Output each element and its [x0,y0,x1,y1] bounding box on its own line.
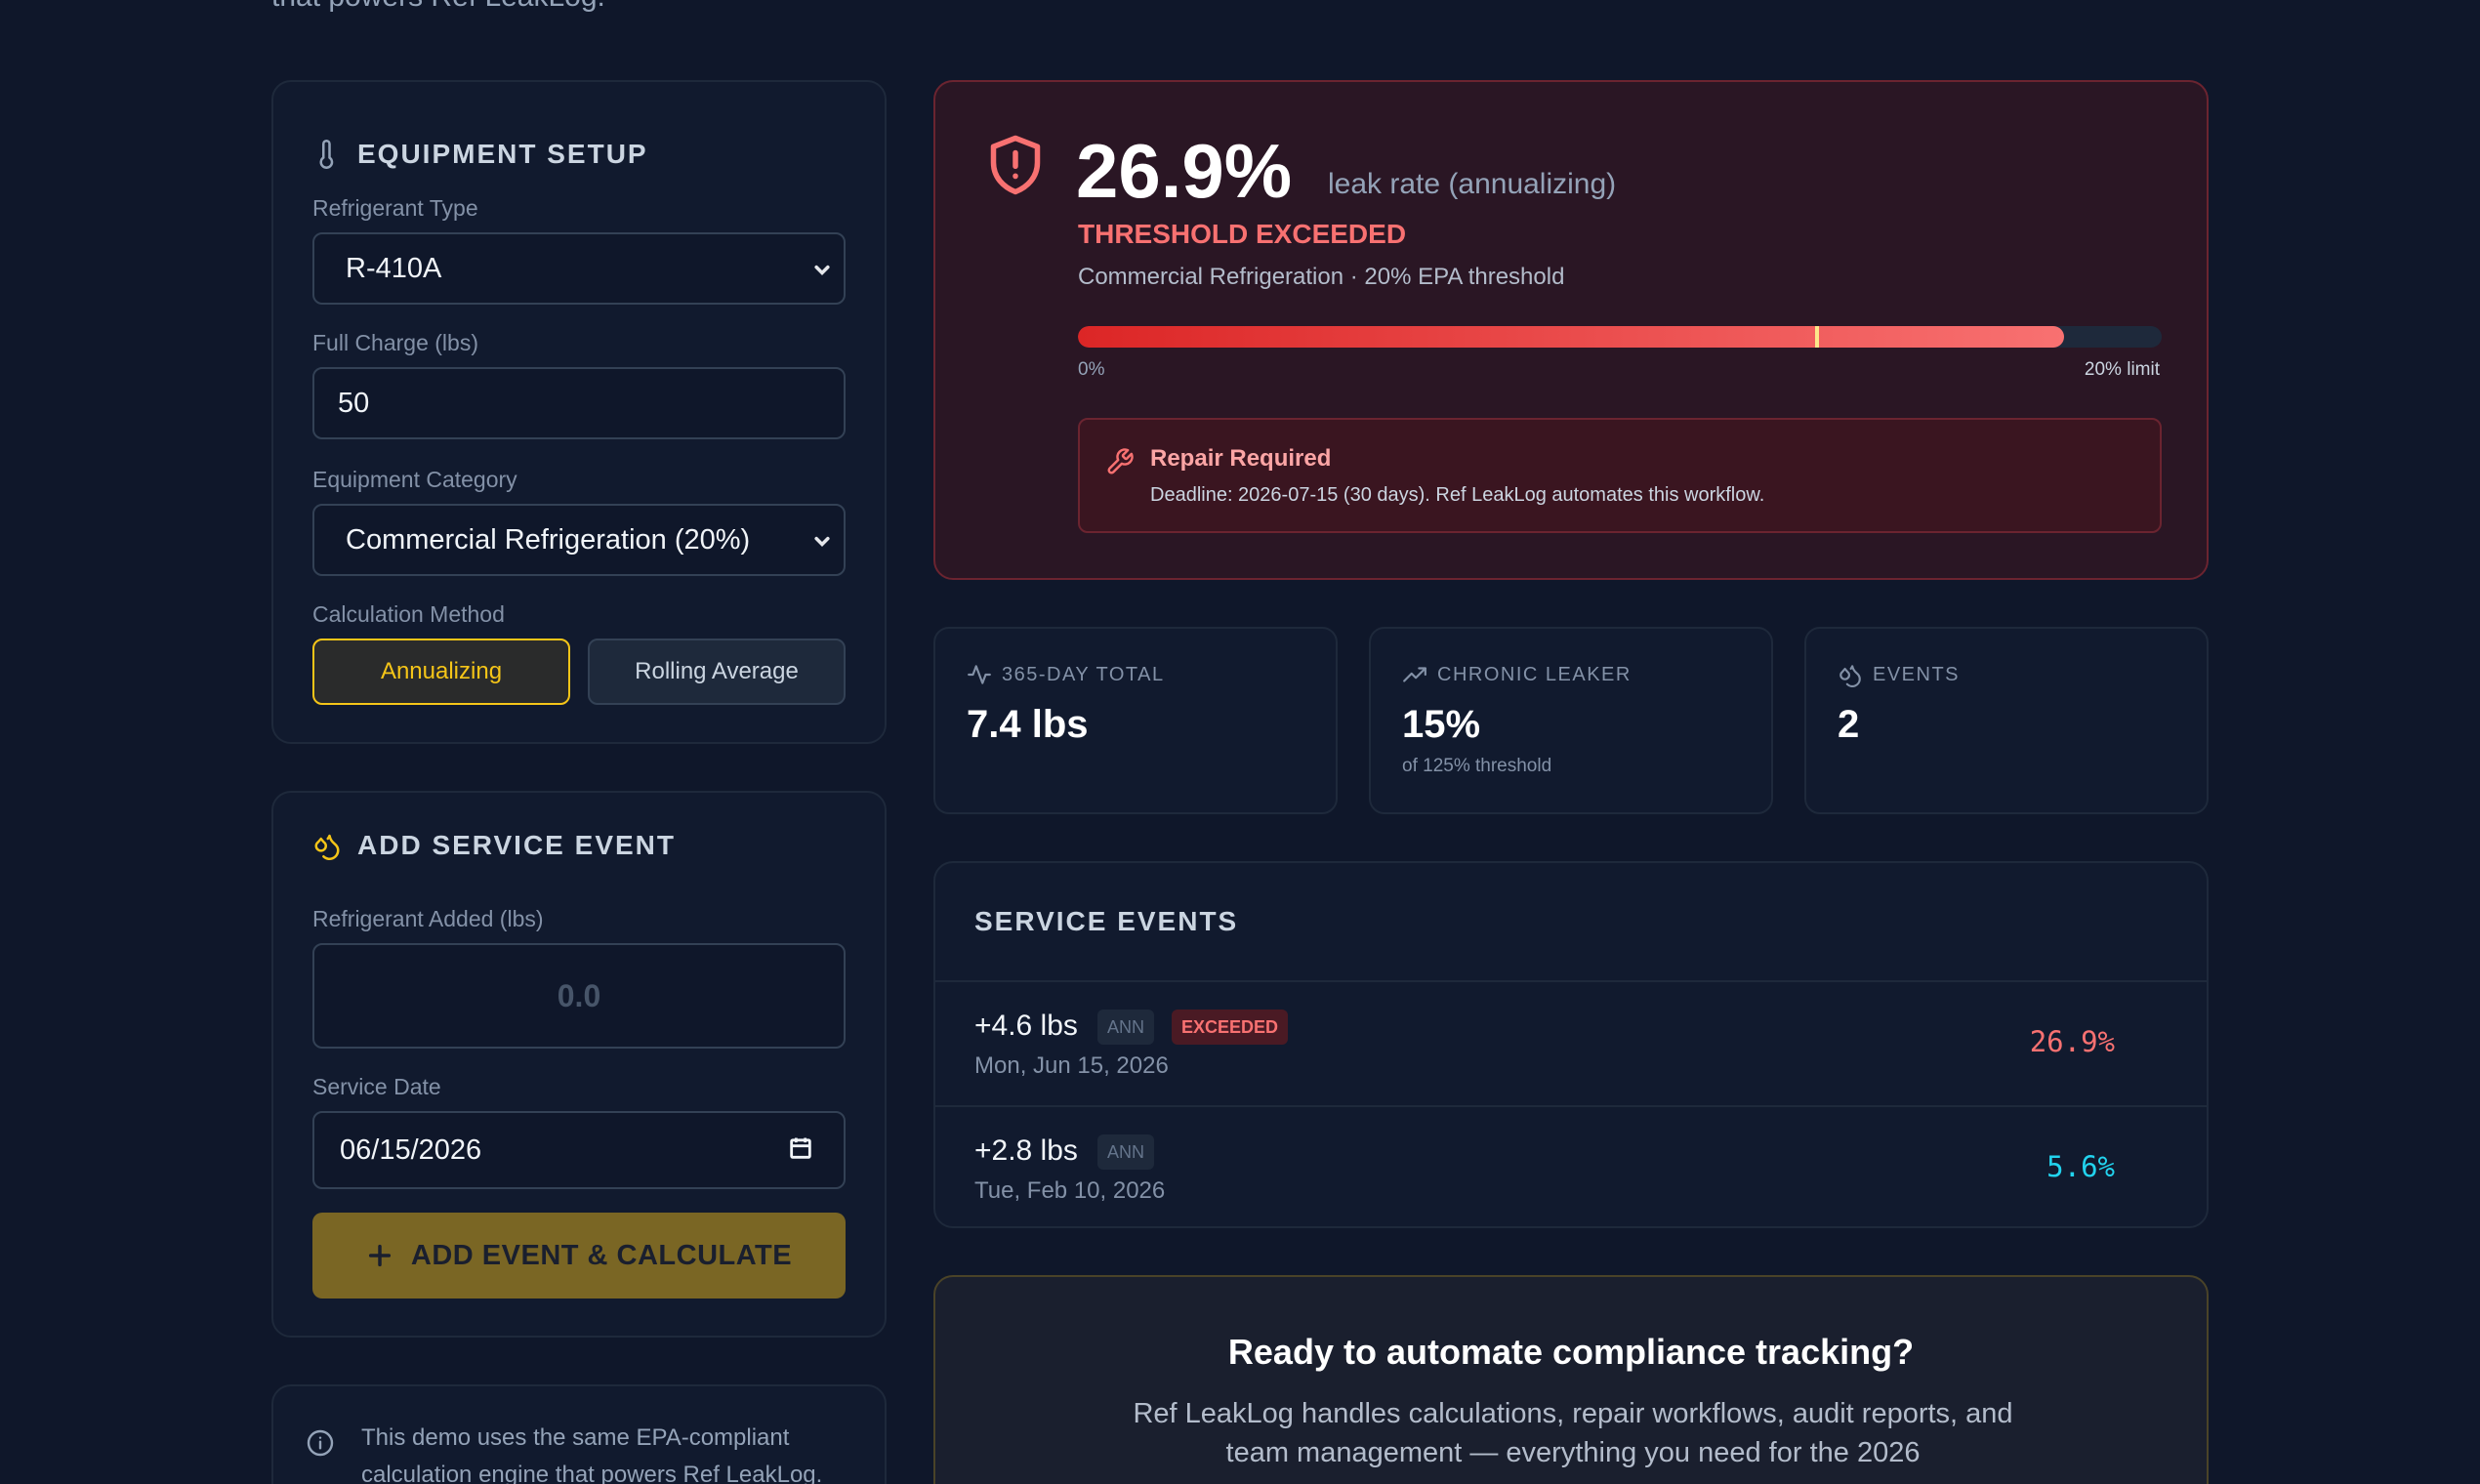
shield-alert-icon [990,135,1041,195]
threshold-marker [1814,326,1819,348]
refrigerant-type-value: R-410A [346,252,442,284]
full-charge-label: Full Charge (lbs) [312,330,478,355]
equipment-setup-heading: EQUIPMENT SETUP [312,139,648,170]
add-event-calculate-button[interactable]: ADD EVENT & CALCULATE [312,1213,846,1298]
equipment-category-select[interactable]: Commercial Refrigeration (20%) [312,504,846,576]
refrigerant-added-placeholder: 0.0 [557,977,601,1013]
stat-365-day-total-label: 365-DAY TOTAL [1002,663,1165,685]
add-service-event-heading: ADD SERVICE EVENT [312,830,676,861]
progress-max-label: 20% limit [2084,359,2160,380]
add-service-event-card: ADD SERVICE EVENT Refrigerant Added (lbs… [271,791,887,1338]
method-tag: ANN [1097,1010,1155,1045]
wrench-icon [1107,448,1134,474]
thermometer-icon [319,140,334,169]
repair-required-title: Repair Required [1150,445,1332,472]
stat-chronic-leaker-value: 15% [1402,703,1481,746]
refrigerant-type-select[interactable]: R-410A [312,232,846,305]
service-events-title: SERVICE EVENTS [974,906,1239,936]
leak-rate-value: 26.9% [1076,128,1293,214]
stat-365-day-total-heading: 365-DAY TOTAL [967,662,1165,687]
stat-events: EVENTS 2 [1804,627,2209,814]
stat-365-day-total: 365-DAY TOTAL 7.4 lbs [933,627,1338,814]
method-rolling-average-button[interactable]: Rolling Average [588,639,846,705]
leak-rate-progress-fill [1078,326,2065,348]
cta-body: Ref LeakLog handles calculations, repair… [1133,1398,2013,1468]
trending-up-icon [1403,667,1426,682]
plus-icon [368,1244,391,1267]
full-charge-input[interactable]: 50 [312,367,846,439]
cta-card: Ready to automate compliance tracking? R… [933,1275,2209,1484]
chevron-down-icon [814,265,830,275]
leak-rate-result-card: 26.9% leak rate (annualizing) THRESHOLD … [933,80,2209,580]
refrigerant-added-input[interactable]: 0.0 [312,943,846,1049]
method-annualizing-button[interactable]: Annualizing [312,639,570,705]
calculation-method-label: Calculation Method [312,601,505,627]
activity-icon [968,665,991,684]
service-date-value: 06/15/2026 [340,1134,482,1166]
exceeded-tag: EXCEEDED [1172,1010,1289,1045]
repair-required-body: Deadline: 2026-07-15 (30 days). Ref Leak… [1150,484,1765,506]
stat-chronic-leaker: CHRONIC LEAKER 15% of 125% threshold [1369,627,1773,814]
cta-title: Ready to automate compliance tracking? [1227,1332,1915,1372]
droplets-icon [314,834,340,860]
leak-rate-label: leak rate (annualizing) [1328,168,1617,200]
stat-events-heading: EVENTS [1838,662,1960,687]
service-event-row[interactable]: +4.6 lbs ANN EXCEEDED Mon, Jun 15, 2026 … [935,982,2207,1105]
add-event-calculate-label: ADD EVENT & CALCULATE [410,1239,793,1271]
demo-note-text: This demo uses the same EPA-compliant ca… [361,1424,823,1484]
stat-chronic-leaker-sub: of 125% threshold [1402,756,1552,776]
threshold-subtitle: Commercial Refrigeration · 20% EPA thres… [1078,264,1565,290]
stat-events-label: EVENTS [1873,663,1961,685]
equipment-category-value: Commercial Refrigeration (20%) [346,523,751,556]
equipment-category-label: Equipment Category [312,467,517,492]
droplets-icon [1839,665,1861,687]
method-tag: ANN [1097,1134,1155,1170]
equipment-setup-title: EQUIPMENT SETUP [357,139,648,169]
info-icon [307,1429,334,1457]
threshold-status: THRESHOLD EXCEEDED [1078,219,1407,249]
refrigerant-type-label: Refrigerant Type [312,195,478,221]
service-events-card: SERVICE EVENTS +4.6 lbs ANN EXCEEDED Mon… [933,861,2209,1228]
calendar-icon[interactable] [787,1134,814,1162]
demo-note-card: This demo uses the same EPA-compliant ca… [271,1384,887,1484]
progress-min-label: 0% [1078,359,1105,380]
event-date: Tue, Feb 10, 2026 [974,1177,1166,1204]
event-leak-rate: 5.6% [2046,1150,2115,1183]
service-date-input[interactable]: 06/15/2026 [312,1111,846,1189]
stat-365-day-total-value: 7.4 lbs [967,703,1089,746]
stat-chronic-leaker-label: CHRONIC LEAKER [1437,663,1632,685]
stat-events-value: 2 [1838,703,1860,746]
add-service-event-title: ADD SERVICE EVENT [357,830,676,860]
equipment-setup-card: EQUIPMENT SETUP Refrigerant Type R-410A … [271,80,887,744]
page: that powers Ref LeakLog. EQUIPMENT SETUP… [0,0,2480,1484]
service-event-row[interactable]: +2.8 lbs ANN Tue, Feb 10, 2026 5.6% [935,1105,2207,1226]
event-amount: +4.6 lbs [974,1010,1078,1042]
repair-required-alert: Repair Required Deadline: 2026-07-15 (30… [1078,418,2162,533]
chevron-down-icon [814,536,830,547]
stat-chronic-leaker-heading: CHRONIC LEAKER [1402,662,1632,687]
event-leak-rate: 26.9% [2029,1025,2115,1058]
event-amount: +2.8 lbs [974,1134,1078,1167]
leak-rate-progress-bar [1078,326,2162,348]
event-date: Mon, Jun 15, 2026 [974,1052,1169,1079]
service-date-label: Service Date [312,1074,441,1099]
intro-text: that powers Ref LeakLog. [271,0,605,14]
refrigerant-added-label: Refrigerant Added (lbs) [312,906,544,931]
full-charge-value: 50 [338,387,370,419]
